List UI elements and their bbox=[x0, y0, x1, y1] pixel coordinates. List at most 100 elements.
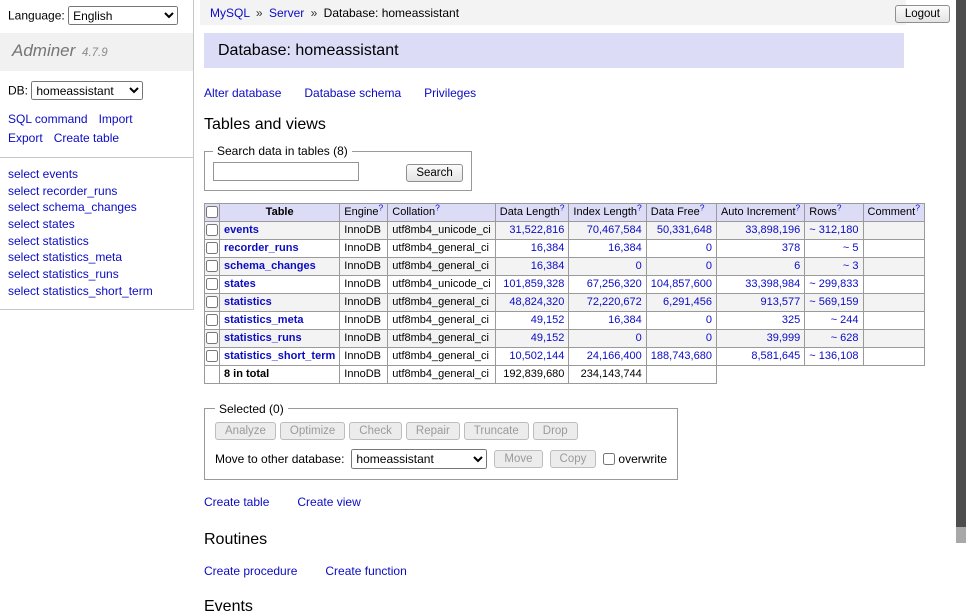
rows-count-link[interactable]: ~ 3 bbox=[843, 260, 859, 272]
column-help-link[interactable]: ? bbox=[637, 203, 642, 212]
rows-count-link[interactable]: ~ 299,833 bbox=[809, 278, 858, 290]
move-db-select[interactable]: homeassistant bbox=[351, 449, 487, 469]
column-header-engine[interactable]: Engine? bbox=[340, 203, 388, 221]
sidebar-table-link-select-recorder-runs[interactable]: select recorder_runs bbox=[8, 183, 185, 200]
sidebar-link-import[interactable]: Import bbox=[99, 112, 133, 126]
repair-button[interactable]: Repair bbox=[406, 422, 460, 440]
move-button[interactable]: Move bbox=[494, 450, 542, 468]
column-help-link[interactable]: ? bbox=[796, 203, 801, 212]
auto-increment-link[interactable]: 33,398,984 bbox=[745, 278, 800, 290]
index-length-link[interactable]: 16,384 bbox=[608, 242, 642, 254]
rows-count-link[interactable]: ~ 5 bbox=[843, 242, 859, 254]
column-header-collation[interactable]: Collation? bbox=[388, 203, 495, 221]
auto-increment-link[interactable]: 6 bbox=[794, 260, 800, 272]
data-length-link[interactable]: 49,152 bbox=[531, 332, 565, 344]
auto-increment-link[interactable]: 8,581,645 bbox=[751, 350, 800, 362]
data-free-link[interactable]: 0 bbox=[706, 332, 712, 344]
index-length-link[interactable]: 0 bbox=[636, 260, 642, 272]
data-free-link[interactable]: 188,743,680 bbox=[651, 350, 712, 362]
table-name-link[interactable]: statistics bbox=[224, 296, 272, 308]
routine-link-create-procedure[interactable]: Create procedure bbox=[204, 564, 297, 578]
table-name-link[interactable]: statistics_short_term bbox=[224, 350, 335, 362]
breadcrumb-server-link[interactable]: Server bbox=[269, 6, 304, 20]
db-link-alter-database[interactable]: Alter database bbox=[204, 86, 281, 100]
search-button[interactable]: Search bbox=[406, 164, 462, 182]
rows-count-link[interactable]: ~ 244 bbox=[831, 314, 859, 326]
sidebar-table-link-select-states[interactable]: select states bbox=[8, 216, 185, 233]
index-length-link[interactable]: 16,384 bbox=[608, 314, 642, 326]
data-free-link[interactable]: 0 bbox=[706, 314, 712, 326]
auto-increment-link[interactable]: 325 bbox=[782, 314, 800, 326]
language-select[interactable]: English bbox=[68, 6, 178, 25]
row-checkbox[interactable] bbox=[206, 260, 218, 272]
row-checkbox[interactable] bbox=[206, 296, 218, 308]
scrollbar-thumb[interactable] bbox=[956, 0, 966, 527]
sidebar-link-create-table[interactable]: Create table bbox=[54, 131, 119, 145]
sidebar-table-link-select-schema-changes[interactable]: select schema_changes bbox=[8, 199, 185, 216]
row-checkbox[interactable] bbox=[206, 224, 218, 236]
breadcrumb-mysql-link[interactable]: MySQL bbox=[210, 6, 250, 20]
routine-link-create-function[interactable]: Create function bbox=[325, 564, 406, 578]
sidebar-link-export[interactable]: Export bbox=[8, 131, 43, 145]
data-length-link[interactable]: 10,502,144 bbox=[509, 350, 564, 362]
analyze-button[interactable]: Analyze bbox=[215, 422, 276, 440]
sidebar-table-link-select-statistics-short-term[interactable]: select statistics_short_term bbox=[8, 283, 185, 300]
drop-button[interactable]: Drop bbox=[533, 422, 578, 440]
data-length-link[interactable]: 16,384 bbox=[531, 242, 565, 254]
auto-increment-link[interactable]: 378 bbox=[782, 242, 800, 254]
data-length-link[interactable]: 16,384 bbox=[531, 260, 565, 272]
table-name-link[interactable]: schema_changes bbox=[224, 260, 316, 272]
column-header-data-free[interactable]: Data Free? bbox=[646, 203, 716, 221]
table-name-link[interactable]: recorder_runs bbox=[224, 242, 299, 254]
data-length-link[interactable]: 48,824,320 bbox=[509, 296, 564, 308]
column-help-link[interactable]: ? bbox=[837, 203, 842, 212]
auto-increment-link[interactable]: 33,898,196 bbox=[745, 224, 800, 236]
column-header-comment[interactable]: Comment? bbox=[863, 203, 924, 221]
db-link-privileges[interactable]: Privileges bbox=[424, 86, 476, 100]
data-free-link[interactable]: 104,857,600 bbox=[651, 278, 712, 290]
rows-count-link[interactable]: ~ 136,108 bbox=[809, 350, 858, 362]
create-link-create-table[interactable]: Create table bbox=[204, 495, 269, 509]
column-header-table[interactable]: Table bbox=[220, 203, 340, 221]
column-header-auto-increment[interactable]: Auto Increment? bbox=[716, 203, 804, 221]
data-free-link[interactable]: 50,331,648 bbox=[657, 224, 712, 236]
sidebar-link-sql-command[interactable]: SQL command bbox=[8, 112, 88, 126]
truncate-button[interactable]: Truncate bbox=[464, 422, 529, 440]
table-name-link[interactable]: statistics_meta bbox=[224, 314, 304, 326]
check-button[interactable]: Check bbox=[349, 422, 402, 440]
column-help-link[interactable]: ? bbox=[435, 203, 440, 212]
sidebar-table-link-select-statistics-runs[interactable]: select statistics_runs bbox=[8, 266, 185, 283]
auto-increment-link[interactable]: 913,577 bbox=[761, 296, 801, 308]
data-free-link[interactable]: 0 bbox=[706, 260, 712, 272]
index-length-link[interactable]: 70,467,584 bbox=[587, 224, 642, 236]
sidebar-table-link-select-statistics-meta[interactable]: select statistics_meta bbox=[8, 249, 185, 266]
index-length-link[interactable]: 67,256,320 bbox=[587, 278, 642, 290]
data-length-link[interactable]: 49,152 bbox=[531, 314, 565, 326]
optimize-button[interactable]: Optimize bbox=[280, 422, 345, 440]
table-name-link[interactable]: events bbox=[224, 224, 259, 236]
table-name-link[interactable]: statistics_runs bbox=[224, 332, 302, 344]
vertical-scrollbar[interactable] bbox=[956, 0, 966, 543]
column-header-data-length[interactable]: Data Length? bbox=[495, 203, 569, 221]
data-length-link[interactable]: 31,522,816 bbox=[509, 224, 564, 236]
logout-button[interactable]: Logout bbox=[895, 5, 950, 23]
rows-count-link[interactable]: ~ 312,180 bbox=[809, 224, 858, 236]
create-link-create-view[interactable]: Create view bbox=[297, 495, 360, 509]
overwrite-checkbox[interactable] bbox=[603, 453, 615, 465]
column-header-index-length[interactable]: Index Length? bbox=[569, 203, 646, 221]
index-length-link[interactable]: 24,166,400 bbox=[587, 350, 642, 362]
select-all-checkbox[interactable] bbox=[206, 206, 218, 218]
db-link-database-schema[interactable]: Database schema bbox=[304, 86, 401, 100]
column-header-rows[interactable]: Rows? bbox=[805, 203, 863, 221]
row-checkbox[interactable] bbox=[206, 332, 218, 344]
index-length-link[interactable]: 0 bbox=[636, 332, 642, 344]
data-free-link[interactable]: 0 bbox=[706, 242, 712, 254]
row-checkbox[interactable] bbox=[206, 314, 218, 326]
row-checkbox[interactable] bbox=[206, 242, 218, 254]
sidebar-table-link-select-events[interactable]: select events bbox=[8, 166, 185, 183]
column-help-link[interactable]: ? bbox=[379, 203, 384, 212]
rows-count-link[interactable]: ~ 628 bbox=[831, 332, 859, 344]
column-help-link[interactable]: ? bbox=[915, 203, 920, 212]
search-input[interactable] bbox=[213, 162, 359, 181]
copy-button[interactable]: Copy bbox=[550, 450, 597, 468]
